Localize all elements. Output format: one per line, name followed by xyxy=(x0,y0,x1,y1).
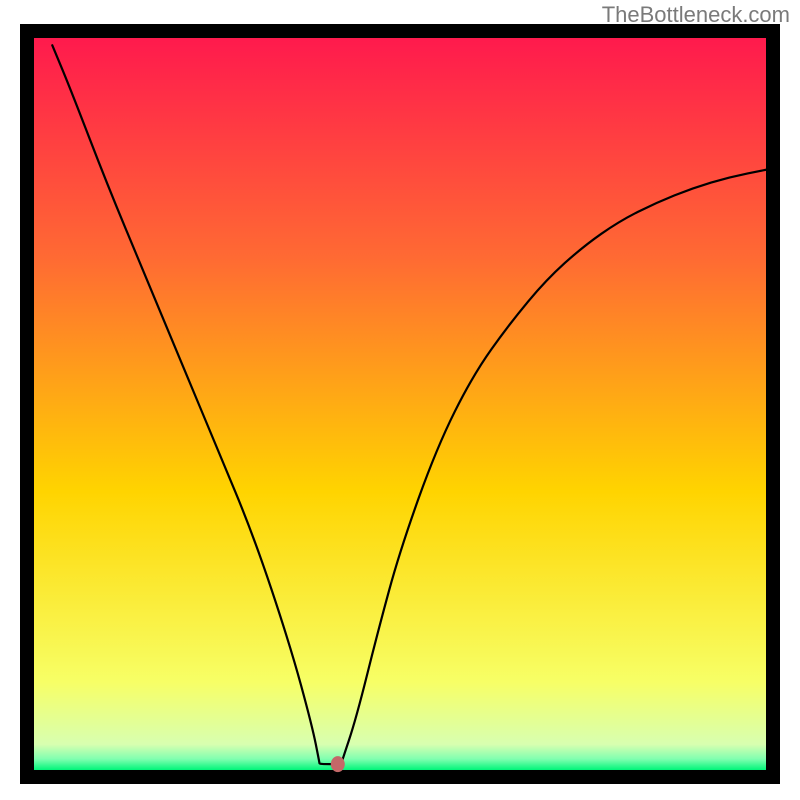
chart-container: TheBottleneck.com xyxy=(0,0,800,800)
chart-background-gradient xyxy=(34,38,766,770)
minimum-marker xyxy=(331,756,345,772)
watermark-text: TheBottleneck.com xyxy=(602,2,790,28)
chart-svg xyxy=(20,24,780,784)
plot-area xyxy=(20,24,780,784)
